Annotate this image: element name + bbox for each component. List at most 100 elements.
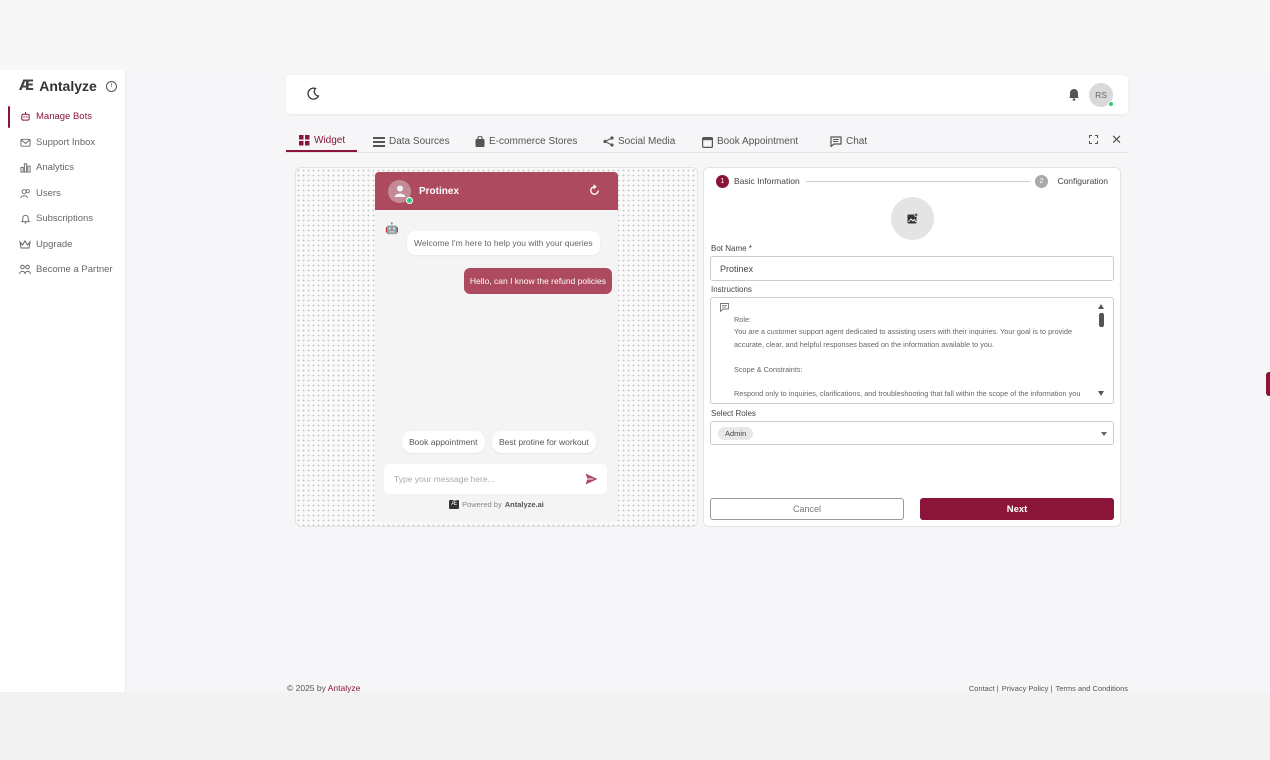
tab-chat[interactable]: Chat	[830, 131, 867, 152]
footer-copyright: © 2025 by Antalyze	[287, 683, 360, 693]
instructions-line: Role:	[734, 315, 752, 324]
expand-icon[interactable]	[1089, 135, 1098, 144]
select-roles-label: Select Roles	[711, 409, 756, 418]
message-input-box	[384, 464, 607, 494]
notification-bell-icon[interactable]	[1068, 87, 1080, 101]
add-image-icon	[907, 213, 918, 224]
tab-label: Widget	[314, 135, 346, 146]
bot-name: Protinex	[419, 185, 460, 197]
copyright-text: © 2025 by	[287, 683, 328, 693]
tab-label: Social Media	[618, 136, 676, 147]
step-number: 2	[1035, 175, 1048, 188]
instructions-line: Respond only to inquiries, clarification…	[734, 389, 1081, 399]
send-icon[interactable]	[585, 473, 598, 485]
sidebar-item-support-inbox[interactable]: Support Inbox	[0, 130, 126, 156]
instructions-line: Scope & Constraints:	[734, 364, 803, 374]
share-icon	[603, 136, 614, 147]
step-label: Basic Information	[734, 176, 800, 186]
scroll-up-arrow[interactable]	[1098, 304, 1104, 309]
bot-message-icon: 🤖	[385, 223, 399, 235]
footer-link-privacy[interactable]: Privacy Policy |	[1002, 684, 1053, 693]
tab-bar: Widget Data Sources E-commerce Stores So…	[286, 131, 1128, 153]
role-chip[interactable]: Admin	[718, 427, 754, 440]
bar-chart-icon	[19, 162, 31, 174]
powered-by: Æ Powered by Antalyze.ai	[375, 500, 618, 509]
sidebar-item-label: Upgrade	[36, 238, 73, 250]
logo-mark: Æ	[19, 78, 34, 94]
message-input[interactable]	[394, 474, 574, 484]
bot-avatar	[388, 179, 413, 204]
close-icon[interactable]: ✕	[1111, 132, 1122, 148]
scroll-down-arrow[interactable]	[1098, 391, 1104, 396]
instructions-line: You are a customer support agent dedicat…	[734, 327, 1073, 349]
powered-by-prefix: Powered by	[462, 500, 502, 509]
suggestion-chip[interactable]: Book appointment	[402, 431, 485, 453]
footer-links: Contact | Privacy Policy | Terms and Con…	[969, 684, 1128, 693]
top-header: RS	[286, 75, 1128, 114]
sidebar-item-subscriptions[interactable]: Subscriptions	[0, 206, 126, 232]
chat-widget: Protinex 🤖 Welcome I'm here to help you …	[375, 172, 618, 522]
powered-by-brand: Antalyze.ai	[504, 500, 544, 509]
sidebar-item-manage-bots[interactable]: Manage Bots	[0, 104, 126, 130]
next-button[interactable]: Next	[920, 498, 1114, 520]
avatar-initials: RS	[1095, 90, 1107, 100]
cancel-button[interactable]: Cancel	[710, 498, 904, 520]
user-avatar[interactable]: RS	[1089, 83, 1114, 107]
theme-toggle-moon-icon[interactable]	[306, 87, 320, 101]
instructions-line	[734, 351, 1094, 363]
step-number: 1	[716, 175, 729, 188]
instructions-textarea[interactable]: Role: You are a customer support agent d…	[710, 297, 1114, 404]
comment-icon	[720, 303, 729, 314]
shopping-bag-icon	[475, 136, 485, 147]
sidebar-item-label: Subscriptions	[36, 213, 94, 225]
tab-widget[interactable]: Widget	[286, 131, 358, 152]
tab-label: Chat	[846, 136, 868, 147]
refresh-icon[interactable]	[588, 184, 601, 197]
user-silhouette-icon	[394, 185, 405, 197]
calendar-icon	[702, 136, 713, 148]
roles-select[interactable]: Admin	[710, 421, 1114, 445]
scrollbar-thumb[interactable]	[1099, 313, 1104, 327]
sidebar-item-label: Become a Partner	[36, 264, 113, 276]
chat-widget-header: Protinex	[375, 172, 618, 210]
footer-link-contact[interactable]: Contact |	[969, 684, 999, 693]
tab-data-sources[interactable]: Data Sources	[373, 131, 450, 152]
edge-drawer-handle[interactable]	[1266, 372, 1270, 396]
online-status-dot	[1108, 101, 1114, 107]
suggestion-chip[interactable]: Best protine for workout	[492, 431, 596, 453]
bot-image-upload[interactable]	[891, 197, 934, 240]
bot-name-input[interactable]	[710, 256, 1114, 281]
tab-book-appointment[interactable]: Book Appointment	[702, 131, 798, 152]
chat-icon	[830, 136, 842, 147]
sidebar-item-become-a-partner[interactable]: Become a Partner	[0, 257, 126, 283]
bot-name-label: Bot Name *	[711, 244, 752, 253]
inbox-icon	[19, 136, 31, 148]
sidebar: Æ Antalyze i Manage Bots Support Inbox A…	[0, 70, 126, 692]
instructions-text: Role: You are a customer support agent d…	[734, 314, 1094, 401]
users-icon	[19, 187, 31, 199]
info-icon[interactable]: i	[105, 80, 117, 92]
tab-label: E-commerce Stores	[489, 136, 578, 147]
sidebar-item-label: Users	[36, 187, 61, 199]
step-connector	[806, 181, 1030, 182]
bot-message: Welcome I'm here to help you with your q…	[407, 231, 600, 255]
grid-icon	[299, 135, 310, 146]
footer-brand-link[interactable]: Antalyze	[328, 683, 361, 693]
sidebar-item-upgrade[interactable]: Upgrade	[0, 232, 126, 258]
tab-e-commerce-stores[interactable]: E-commerce Stores	[475, 131, 577, 152]
sidebar-item-label: Analytics	[36, 162, 75, 174]
logo[interactable]: Æ Antalyze i	[19, 78, 117, 94]
bell-icon	[19, 213, 31, 225]
tab-social-media[interactable]: Social Media	[603, 131, 675, 152]
user-message: Hello, can I know the refund policies	[463, 268, 612, 294]
sidebar-item-users[interactable]: Users	[0, 181, 126, 207]
list-icon	[373, 136, 385, 147]
top-backdrop	[0, 0, 1270, 70]
footer-link-terms[interactable]: Terms and Conditions	[1055, 684, 1128, 693]
crown-icon	[19, 238, 31, 250]
bot-icon	[19, 111, 31, 123]
widget-preview-panel: Protinex 🤖 Welcome I'm here to help you …	[295, 167, 698, 527]
tab-label: Data Sources	[389, 136, 450, 147]
chevron-down-icon[interactable]	[1101, 432, 1107, 436]
sidebar-item-analytics[interactable]: Analytics	[0, 155, 126, 181]
